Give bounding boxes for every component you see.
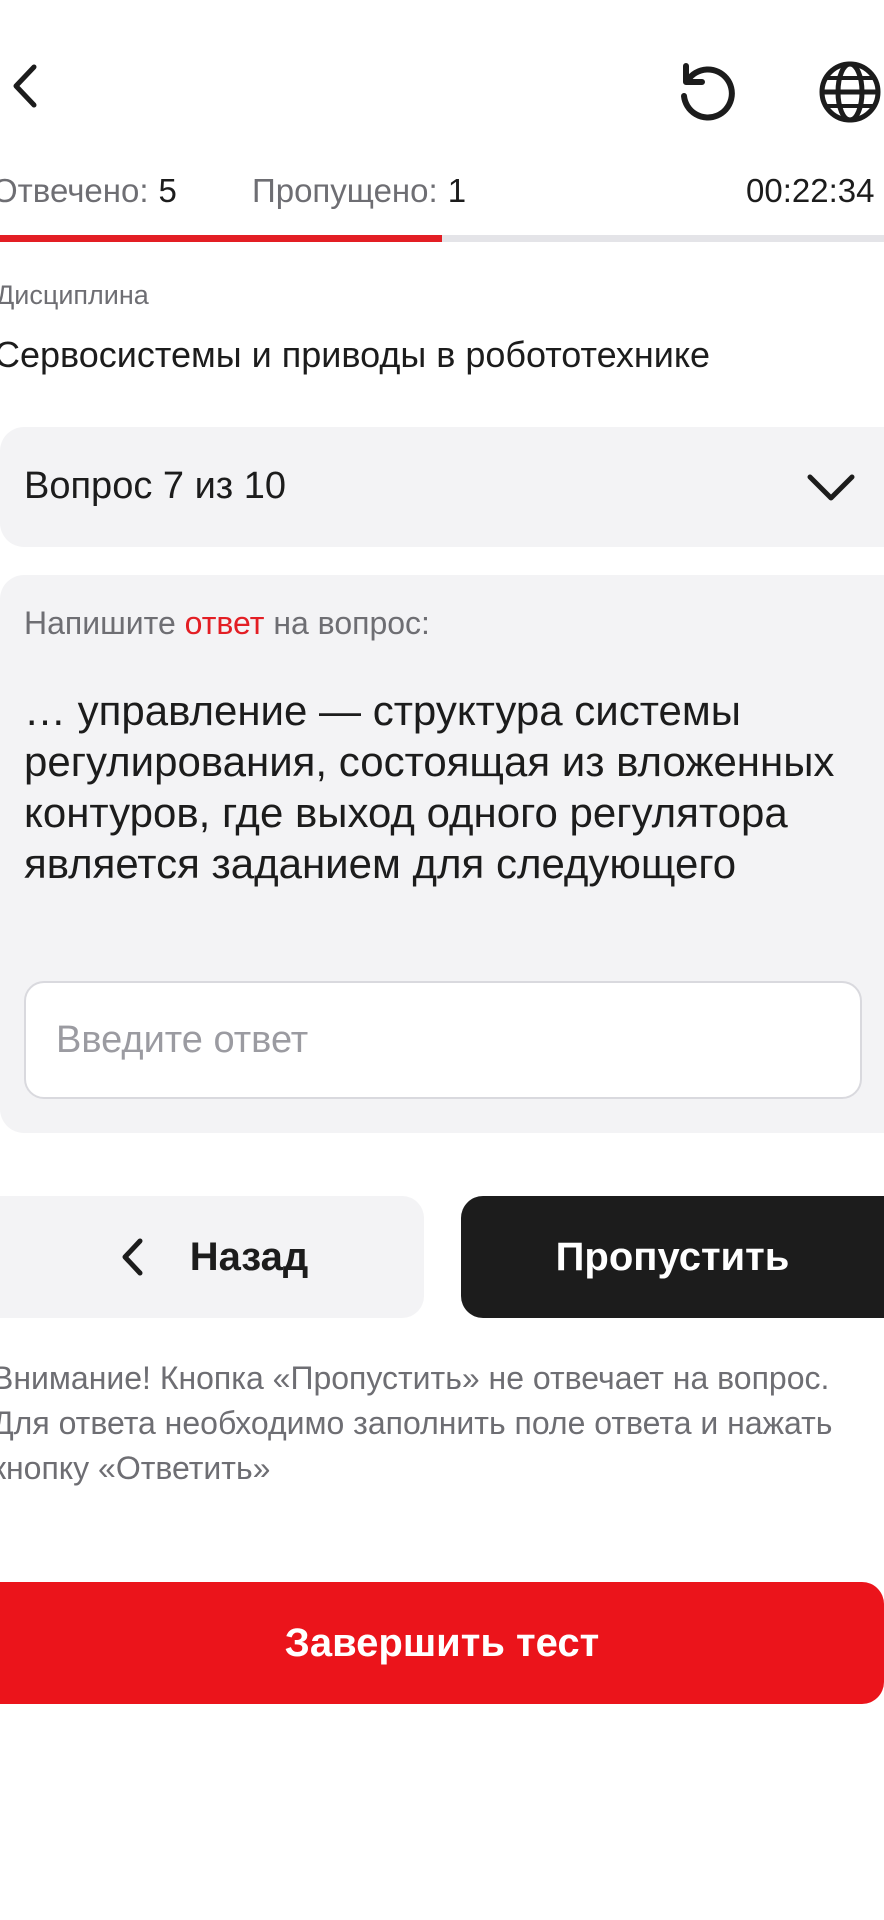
answered-value: 5 bbox=[158, 172, 177, 209]
question-prompt: Напишите ответ на вопрос: bbox=[24, 605, 430, 642]
prompt-text-before: Напишите bbox=[24, 605, 185, 641]
language-button[interactable] bbox=[818, 58, 884, 126]
finish-test-label: Завершить тест bbox=[284, 1620, 600, 1665]
test-stats: Отвечено: 5 Пропущено: 1 00:22:34 bbox=[0, 172, 884, 222]
back-nav-button[interactable] bbox=[0, 56, 50, 116]
reload-button[interactable] bbox=[672, 58, 740, 126]
chevron-left-icon bbox=[13, 64, 37, 108]
skip-button-label: Пропустить bbox=[555, 1234, 790, 1279]
progress-fill bbox=[0, 235, 442, 242]
question-text: … управление — структура системы регулир… bbox=[24, 687, 835, 887]
discipline-caption: Дисциплина bbox=[0, 280, 149, 310]
timer: 00:22:34 bbox=[746, 172, 875, 209]
reload-icon bbox=[681, 63, 735, 121]
prompt-text-after: на вопрос: bbox=[264, 605, 430, 641]
skip-button[interactable]: Пропустить bbox=[461, 1196, 884, 1318]
skipped-label: Пропущено: bbox=[252, 172, 438, 209]
question-selector[interactable]: Вопрос 7 из 10 bbox=[0, 427, 884, 547]
chevron-left-icon bbox=[122, 1238, 143, 1276]
back-button[interactable]: Назад bbox=[0, 1196, 424, 1318]
back-button-label: Назад bbox=[189, 1234, 309, 1279]
progress-bar bbox=[0, 235, 884, 242]
skip-notice: Внимание! Кнопка «Пропустить» не отвечае… bbox=[0, 1360, 833, 1486]
question-counter: Вопрос 7 из 10 bbox=[24, 465, 287, 507]
globe-icon bbox=[819, 61, 881, 123]
answered-count: Отвечено: 5 bbox=[0, 172, 177, 210]
answered-label: Отвечено: bbox=[0, 172, 149, 209]
prompt-accent: ответ bbox=[184, 605, 265, 641]
skipped-count: Пропущено: 1 bbox=[252, 172, 466, 210]
chevron-down-icon bbox=[807, 474, 855, 501]
discipline-name: Сервосистемы и приводы в робототехнике bbox=[0, 334, 711, 375]
skipped-value: 1 bbox=[447, 172, 467, 209]
top-bar bbox=[0, 0, 884, 170]
answer-input[interactable] bbox=[24, 981, 862, 1099]
finish-test-button[interactable]: Завершить тест bbox=[0, 1582, 884, 1704]
question-card: Напишите ответ на вопрос: … управление —… bbox=[0, 575, 884, 1133]
